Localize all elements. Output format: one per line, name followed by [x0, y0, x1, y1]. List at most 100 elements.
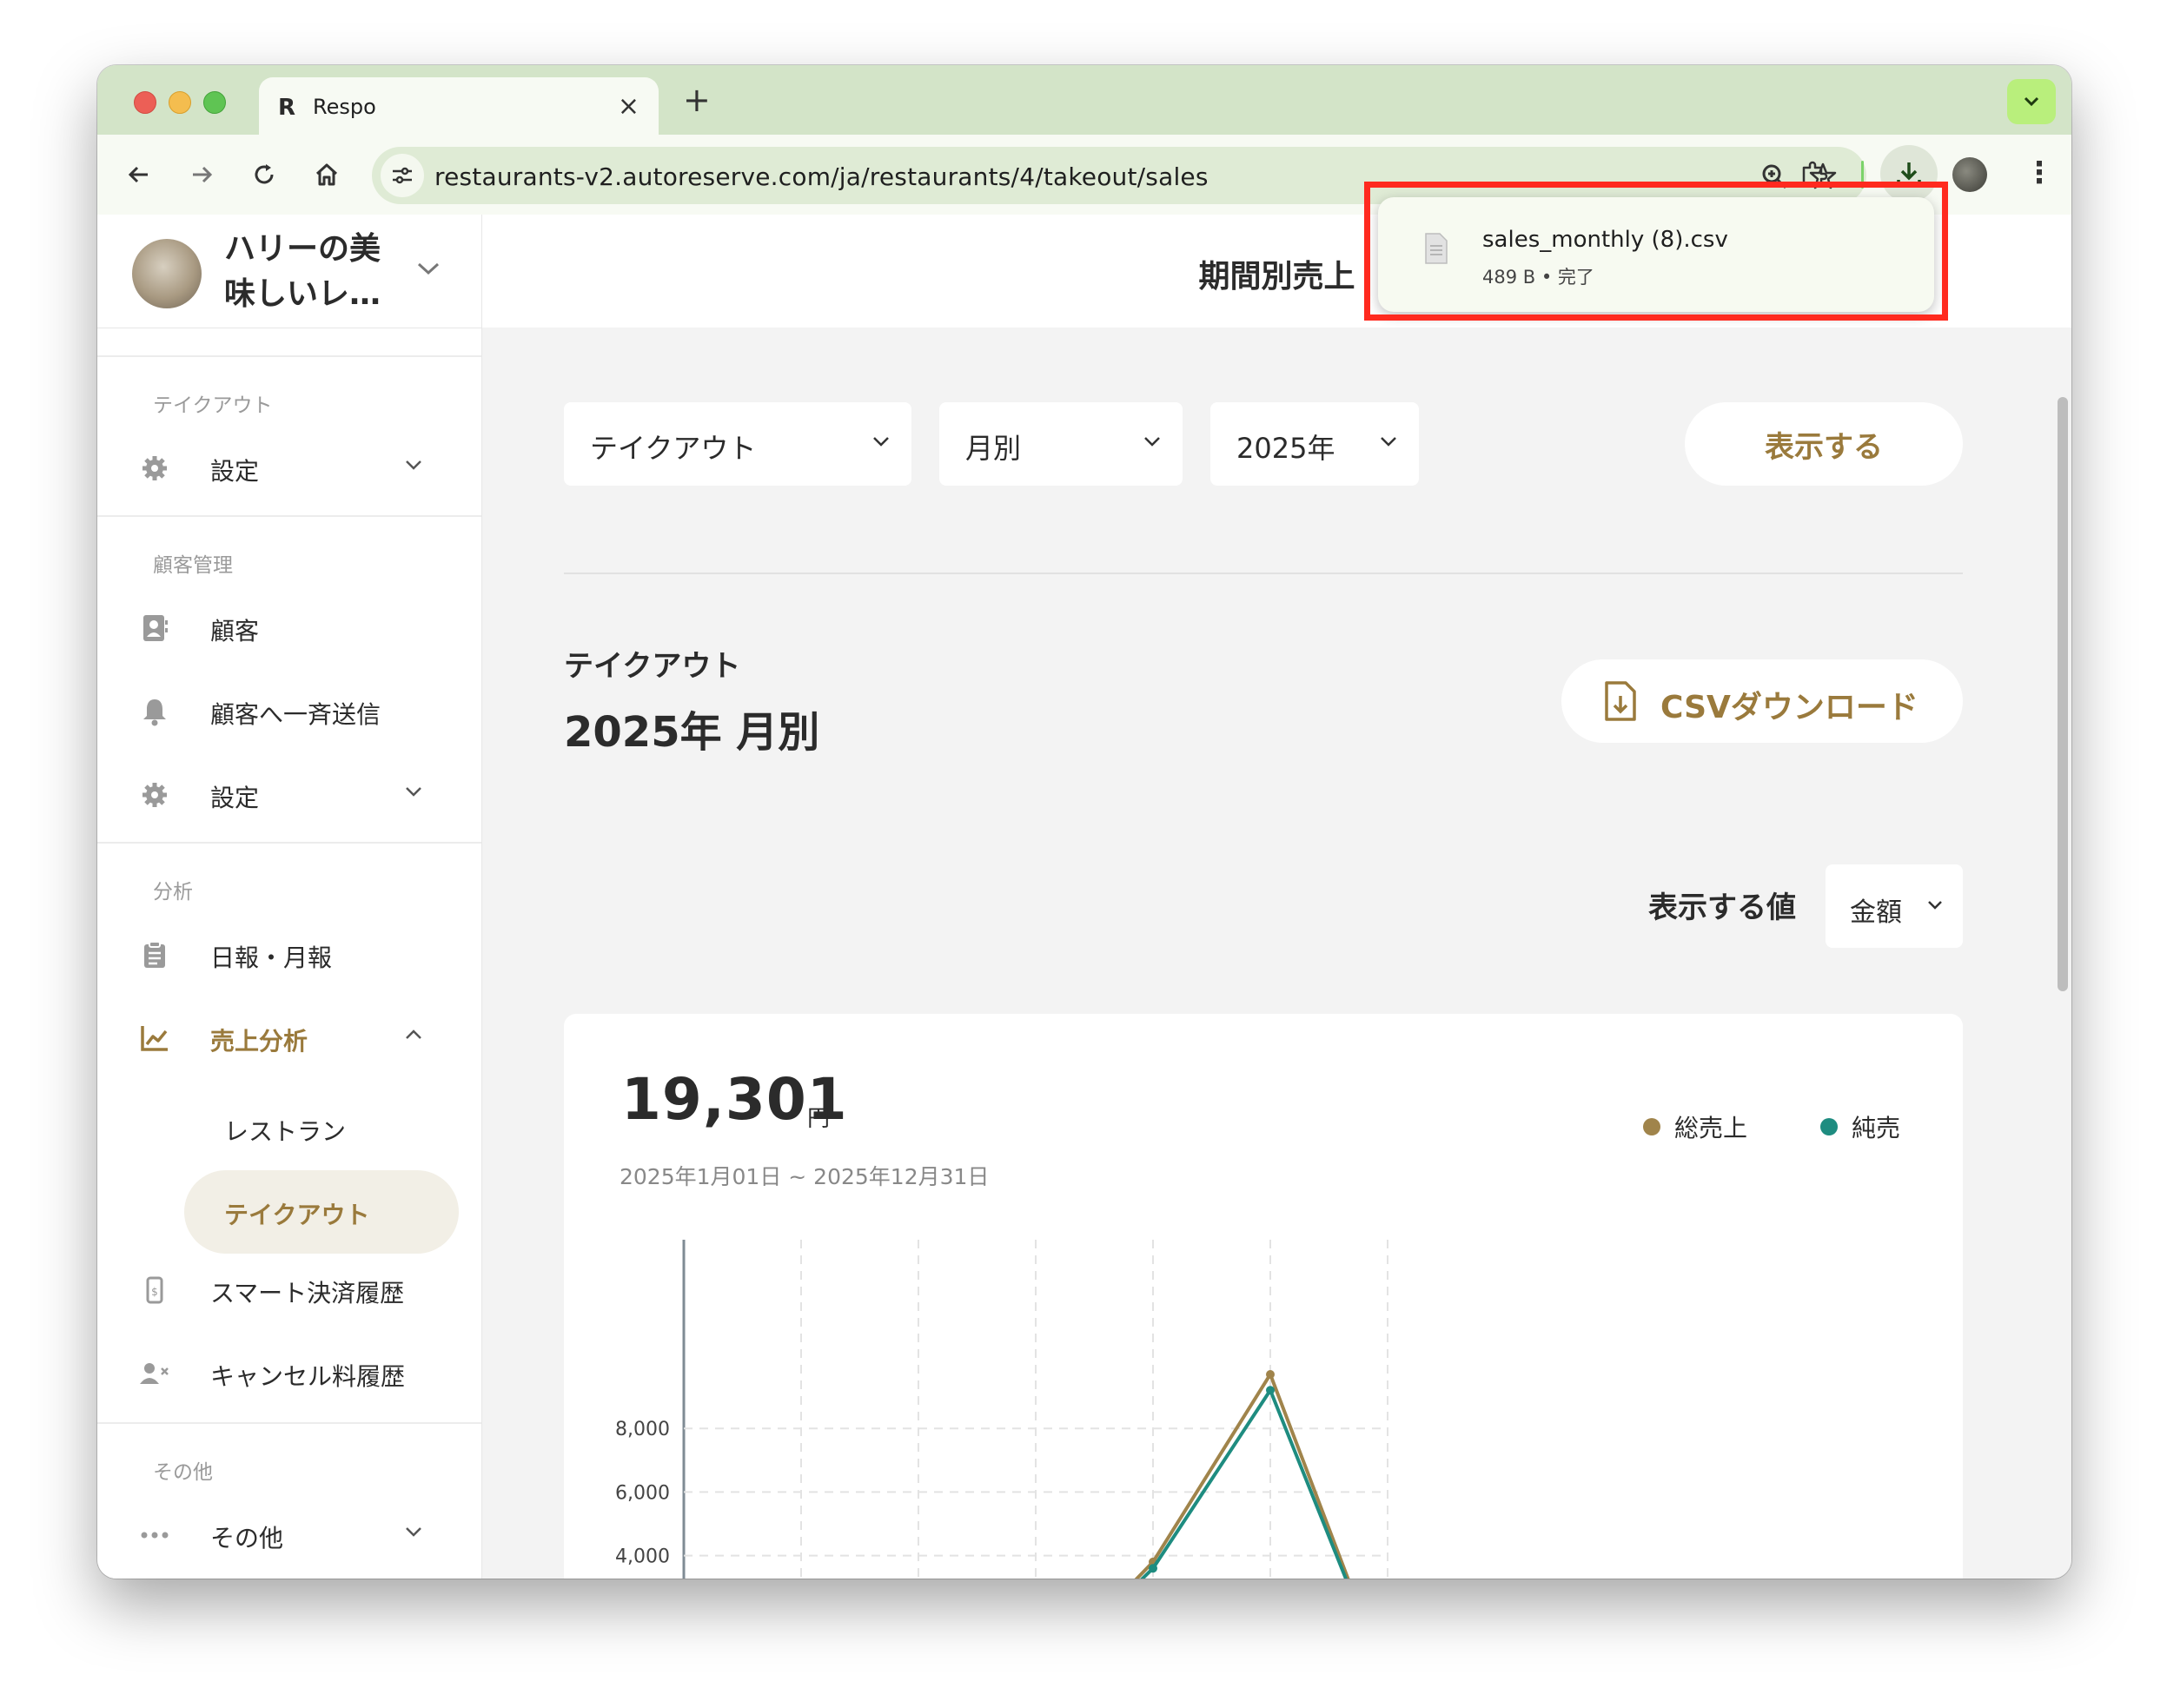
store-switcher[interactable]: ハリーの美味しいレ…	[97, 215, 481, 328]
period-select[interactable]: 月別	[939, 402, 1183, 486]
display-value-select-value: 金額	[1850, 897, 1902, 928]
sidebar-item-other[interactable]: その他	[97, 1500, 481, 1570]
content-divider	[564, 573, 1963, 574]
forward-button[interactable]	[184, 157, 219, 192]
chevron-down-icon	[1928, 901, 1942, 910]
browser-menu-icon[interactable]: ⋮	[2025, 156, 2054, 190]
url-text[interactable]: restaurants-v2.autoreserve.com/ja/restau…	[434, 162, 1209, 191]
data-point	[1266, 1369, 1275, 1379]
reload-icon	[255, 164, 274, 184]
chevron-down-icon	[1381, 437, 1396, 447]
back-arrow-icon	[128, 166, 148, 183]
display-value-select[interactable]: 金額	[1826, 864, 1963, 948]
page-scrollbar[interactable]	[2054, 328, 2071, 1579]
file-download-icon	[1605, 681, 1636, 721]
year-select-value: 2025年	[1236, 432, 1335, 465]
section-divider	[97, 1422, 481, 1424]
csv-download-button[interactable]: CSVダウンロード	[1561, 659, 1963, 743]
respo-favicon-icon: R	[278, 95, 296, 121]
sales-chart-card: 19,301 円 2025年1月01日 ~ 2025年12月31日 総売上 純売…	[564, 1014, 1963, 1579]
y-tick-label: 6,000	[615, 1482, 670, 1504]
sidebar-item-label: その他	[210, 1524, 284, 1552]
sidebar: ハリーの美味しいレ… テイクアウト 設定 顧客管理 顧客 顧客へ一斉送信 設定 …	[97, 215, 482, 1579]
y-tick-label: 8,000	[615, 1419, 670, 1440]
show-button[interactable]: 表示する	[1685, 402, 1963, 486]
site-info-button[interactable]	[381, 154, 424, 197]
tab-search-button[interactable]	[2007, 79, 2056, 124]
section-divider	[97, 515, 481, 517]
store-avatar	[132, 239, 202, 308]
chevron-down-icon	[2024, 96, 2039, 107]
svg-text:$: $	[151, 1286, 158, 1298]
tab-title: Respo	[313, 95, 376, 119]
sidebar-item-customer-settings[interactable]: 設定	[97, 760, 481, 830]
legend-label: 総売上	[1674, 1114, 1748, 1142]
section-divider	[97, 355, 481, 357]
sidebar-item-sales-analysis[interactable]: 売上分析	[97, 1003, 481, 1073]
chevron-down-icon	[417, 262, 440, 275]
sidebar-item-label: 設定	[210, 784, 260, 812]
legend-item-gross[interactable]: 総売上	[1643, 1109, 1747, 1144]
type-select[interactable]: テイクアウト	[564, 402, 911, 486]
maximize-window-button[interactable]	[203, 91, 226, 114]
section-title-takeout: テイクアウト	[153, 394, 273, 417]
main-content: テイクアウト 月別 2025年 表示する テイクアウト 2025年 月別 CSV…	[482, 328, 2071, 1579]
sidebar-item-label: テイクアウト	[224, 1201, 370, 1229]
sidebar-item-takeout-settings[interactable]: 設定	[97, 434, 481, 503]
scrollbar-thumb[interactable]	[2058, 397, 2068, 991]
home-icon	[315, 163, 338, 186]
user-remove-icon	[139, 1358, 170, 1389]
new-tab-button[interactable]: +	[683, 83, 711, 116]
sidebar-item-label: キャンセル料履歴	[210, 1362, 406, 1391]
display-value-label: 表示する値	[1648, 890, 1796, 925]
forward-arrow-icon	[193, 166, 213, 183]
reload-button[interactable]	[247, 157, 282, 192]
minimize-window-button[interactable]	[169, 91, 191, 114]
highlight-box	[1364, 182, 1948, 321]
year-select[interactable]: 2025年	[1210, 402, 1419, 486]
sidebar-item-label: レストラン	[224, 1117, 347, 1146]
y-tick-label: 4,000	[615, 1546, 670, 1568]
sidebar-item-daily-monthly[interactable]: 日報・月報	[97, 920, 481, 990]
series-line-gross	[1134, 1372, 1350, 1579]
data-point	[1266, 1386, 1275, 1395]
home-button[interactable]	[309, 157, 344, 192]
sidebar-subitem-takeout[interactable]: テイクアウト	[97, 1170, 481, 1254]
sidebar-item-label: 設定	[210, 457, 260, 486]
sidebar-item-smart-payment[interactable]: $ スマート決済履歴	[97, 1255, 481, 1325]
sidebar-item-cancel-fee[interactable]: キャンセル料履歴	[97, 1339, 481, 1408]
chevron-down-icon	[1144, 437, 1160, 447]
close-window-button[interactable]	[134, 91, 156, 114]
tab-close-icon[interactable]: ×	[618, 91, 639, 122]
section-divider	[97, 842, 481, 844]
sidebar-item-label: 顧客へ一斉送信	[210, 700, 381, 729]
browser-window: R Respo × + restaurants-v2.autoreserve.c…	[97, 65, 2071, 1579]
legend-dot	[1643, 1118, 1660, 1135]
legend-label: 純売	[1852, 1114, 1901, 1142]
legend-dot	[1820, 1118, 1838, 1135]
chevron-down-icon	[406, 1527, 421, 1537]
section-title-analysis: 分析	[153, 881, 193, 904]
data-point	[1149, 1564, 1157, 1573]
gear-icon	[139, 779, 170, 811]
sidebar-item-label: スマート決済履歴	[210, 1279, 405, 1307]
sidebar-item-label: 日報・月報	[210, 943, 333, 972]
sidebar-item-customers[interactable]: 顧客	[97, 593, 481, 663]
chevron-up-icon	[406, 1029, 421, 1039]
chevron-down-icon	[406, 787, 421, 797]
legend-item-net[interactable]: 純売	[1820, 1109, 1900, 1144]
browser-tab[interactable]: R Respo ×	[259, 77, 659, 136]
bell-icon	[139, 696, 170, 727]
report-heading: 2025年 月別	[564, 708, 820, 757]
store-name: ハリーの美味しいレ…	[224, 231, 381, 312]
tune-icon	[393, 167, 412, 184]
profile-avatar[interactable]	[1952, 157, 1987, 192]
sidebar-subitem-restaurant[interactable]: レストラン	[97, 1087, 481, 1170]
more-dots-icon	[139, 1519, 170, 1551]
contact-card-icon	[139, 612, 170, 644]
sidebar-item-broadcast[interactable]: 顧客へ一斉送信	[97, 677, 481, 746]
series-line-net	[1140, 1388, 1349, 1579]
gear-icon	[139, 453, 170, 484]
period-select-value: 月別	[965, 432, 1022, 465]
back-button[interactable]	[122, 157, 156, 192]
